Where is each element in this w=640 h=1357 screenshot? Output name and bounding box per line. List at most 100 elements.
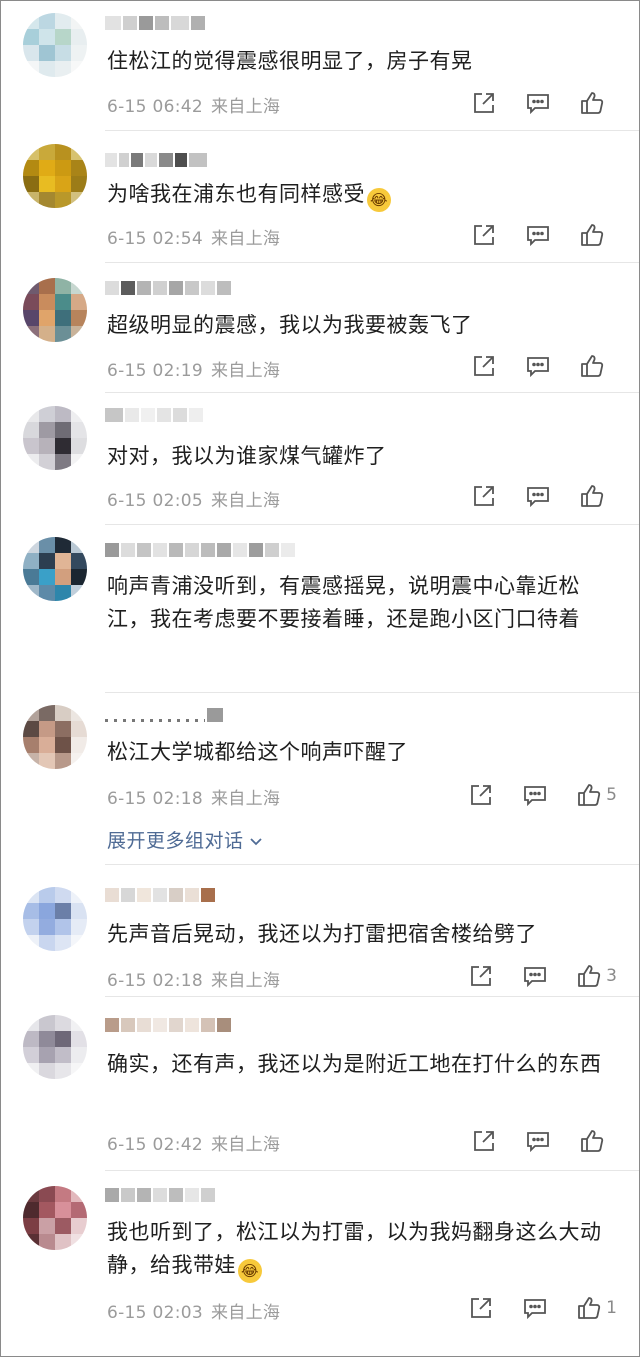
comment-text: 为啥我在浦东也有同样感受 😂 (107, 178, 615, 212)
thumbs-up-icon[interactable] (576, 963, 602, 989)
comment-meta: 6-15 02:19 来自上海 (107, 356, 280, 381)
username-blurred[interactable] (105, 708, 223, 722)
comment-actions (443, 1128, 617, 1154)
share-icon[interactable] (468, 1295, 494, 1321)
location: 来自上海 (210, 491, 281, 511)
username-blurred[interactable] (105, 281, 231, 295)
comment-actions: 1 (440, 1295, 617, 1321)
comment-item: 先声音后晃动，我还以为打雷把宿舍楼给劈了 6-15 02:18 来自上海 3 (1, 865, 639, 997)
share-icon[interactable] (471, 483, 497, 509)
share-icon[interactable] (471, 90, 497, 116)
timestamp: 6-15 02:19 (107, 361, 203, 381)
comment-text: 我也听到了，松江以为打雷，以为我妈翻身这么大动静，给我带娃 😂 (107, 1216, 615, 1283)
like-count: 5 (606, 785, 617, 805)
thumbs-up-icon[interactable] (576, 1295, 602, 1321)
share-icon[interactable] (468, 963, 494, 989)
chevron-down-icon (249, 837, 262, 845)
comment-meta: 6-15 02:18 来自上海 (107, 784, 280, 809)
comment-item: 对对，我以为谁家煤气罐炸了 6-15 02:05 来自上海 (1, 393, 639, 525)
avatar[interactable] (23, 887, 87, 951)
comment-text: 住松江的觉得震感很明显了，房子有晃 (107, 49, 473, 73)
timestamp: 6-15 02:03 (107, 1303, 203, 1323)
comment-actions: 3 (440, 963, 617, 989)
username-blurred[interactable] (105, 888, 215, 902)
like-count: 1 (606, 1298, 617, 1318)
thumbs-up-icon[interactable] (579, 222, 605, 248)
location: 来自上海 (210, 229, 281, 249)
username-blurred[interactable] (105, 408, 203, 422)
location: 来自上海 (210, 361, 281, 381)
comment-item: 响声青浦没听到，有震感摇晃，说明震中心靠近松江，我在考虑要不要接着睡，还是跑小区… (1, 525, 639, 693)
comment-text: 松江大学城都给这个响声吓醒了 (107, 740, 408, 764)
thumbs-up-icon[interactable] (579, 353, 605, 379)
comment-feed: 住松江的觉得震感很明显了，房子有晃 6-15 06:42 来自上海 为啥我在浦东也… (0, 0, 640, 1357)
location: 来自上海 (210, 971, 281, 991)
comment-icon[interactable] (522, 963, 548, 989)
username-blurred[interactable] (105, 16, 205, 30)
comment-text: 响声青浦没听到，有震感摇晃，说明震中心靠近松江，我在考虑要不要接着睡，还是跑小区… (107, 574, 580, 631)
username-blurred[interactable] (105, 543, 295, 557)
username-blurred[interactable] (105, 153, 207, 167)
comment-meta: 6-15 02:42 来自上海 (107, 1130, 280, 1155)
share-icon[interactable] (471, 222, 497, 248)
avatar[interactable] (23, 1186, 87, 1250)
share-icon[interactable] (468, 782, 494, 808)
laughing-emoji: 😂 (367, 188, 391, 212)
comment-text: 超级明显的震感，我以为我要被轰飞了 (107, 313, 473, 337)
comment-actions (443, 353, 617, 379)
username-blurred[interactable] (105, 1188, 215, 1202)
like-count: 3 (606, 966, 617, 986)
comment-text: 确实，还有声，我还以为是附近工地在打什么的东西 (107, 1052, 602, 1076)
comment-meta: 6-15 02:05 来自上海 (107, 486, 280, 511)
avatar[interactable] (23, 144, 87, 208)
comment-item: 我也听到了，松江以为打雷，以为我妈翻身这么大动静，给我带娃 😂 6-15 02:0… (1, 1171, 639, 1356)
avatar[interactable] (23, 13, 87, 77)
location: 来自上海 (210, 789, 281, 809)
thumbs-up-icon[interactable] (576, 782, 602, 808)
comment-icon[interactable] (525, 1128, 551, 1154)
comment-item: 为啥我在浦东也有同样感受 😂 6-15 02:54 来自上海 (1, 131, 639, 263)
thumbs-up-icon[interactable] (579, 90, 605, 116)
expand-replies-link[interactable]: 展开更多组对话 (107, 826, 264, 853)
comment-actions (443, 90, 617, 116)
thumbs-up-icon[interactable] (579, 483, 605, 509)
comment-actions (443, 483, 617, 509)
comment-item: 确实，还有声，我还以为是附近工地在打什么的东西 6-15 02:42 来自上海 (1, 997, 639, 1171)
comment-meta: 6-15 02:03 来自上海 (107, 1298, 280, 1323)
share-icon[interactable] (471, 1128, 497, 1154)
avatar[interactable] (23, 705, 87, 769)
share-icon[interactable] (471, 353, 497, 379)
comment-item: 住松江的觉得震感很明显了，房子有晃 6-15 06:42 来自上海 (1, 1, 639, 131)
comment-actions (443, 222, 617, 248)
timestamp: 6-15 02:18 (107, 789, 203, 809)
location: 来自上海 (210, 97, 281, 117)
avatar[interactable] (23, 278, 87, 342)
username-blurred[interactable] (105, 1018, 231, 1032)
comment-actions: 5 (440, 782, 617, 808)
comment-item: 松江大学城都给这个响声吓醒了 6-15 02:18 来自上海 5 展开更多组对话 (1, 693, 639, 865)
comment-icon[interactable] (522, 1295, 548, 1321)
timestamp: 6-15 02:05 (107, 491, 203, 511)
avatar[interactable] (23, 1015, 87, 1079)
comment-meta: 6-15 02:18 来自上海 (107, 966, 280, 991)
laughing-emoji: 😂 (238, 1259, 262, 1283)
avatar[interactable] (23, 406, 87, 470)
comment-icon[interactable] (525, 483, 551, 509)
timestamp: 6-15 02:42 (107, 1135, 203, 1155)
avatar[interactable] (23, 537, 87, 601)
comment-icon[interactable] (525, 353, 551, 379)
comment-text: 先声音后晃动，我还以为打雷把宿舍楼给劈了 (107, 922, 537, 946)
location: 来自上海 (210, 1135, 281, 1155)
comment-icon[interactable] (525, 222, 551, 248)
comment-item: 超级明显的震感，我以为我要被轰飞了 6-15 02:19 来自上海 (1, 263, 639, 393)
comment-icon[interactable] (522, 782, 548, 808)
location: 来自上海 (210, 1303, 281, 1323)
comment-text: 对对，我以为谁家煤气罐炸了 (107, 444, 387, 468)
timestamp: 6-15 02:54 (107, 229, 203, 249)
comment-meta: 6-15 02:54 来自上海 (107, 224, 280, 249)
timestamp: 6-15 02:18 (107, 971, 203, 991)
timestamp: 6-15 06:42 (107, 97, 203, 117)
comment-meta: 6-15 06:42 来自上海 (107, 92, 280, 117)
thumbs-up-icon[interactable] (579, 1128, 605, 1154)
comment-icon[interactable] (525, 90, 551, 116)
